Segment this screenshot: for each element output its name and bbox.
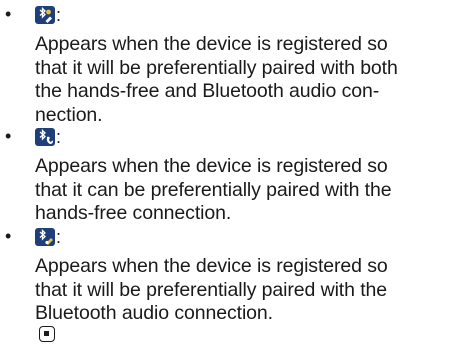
description-line: Appears when the device is registered so xyxy=(35,255,388,277)
colon: : xyxy=(56,227,62,247)
description-line: Appears when the device is registered so xyxy=(35,33,388,55)
description-line: hands-free connection. xyxy=(35,202,232,224)
description-line: that it can be preferentially paired wit… xyxy=(35,178,392,201)
icon-row: : xyxy=(35,127,61,147)
description-line: the hands-free and Bluetooth audio con- xyxy=(35,80,380,102)
colon: : xyxy=(56,5,62,25)
end-of-section-icon xyxy=(39,325,55,342)
description: Appears when the device is registered so… xyxy=(35,255,455,342)
bluetooth-handsfree-icon xyxy=(35,128,55,146)
bullet: • xyxy=(5,126,12,146)
bluetooth-handsfree-audio-icon xyxy=(35,6,55,24)
icon-row: : xyxy=(35,227,61,247)
bluetooth-audio-icon xyxy=(35,228,55,246)
description-line: that it will be preferentially paired wi… xyxy=(35,56,398,79)
description-line: Appears when the device is registered so xyxy=(35,155,388,177)
description-line-last: Bluetooth audio connection. xyxy=(35,302,455,342)
description-line: nection. xyxy=(35,103,103,126)
description-line-text: Bluetooth audio connection. xyxy=(35,302,273,324)
description: Appears when the device is registered so… xyxy=(35,155,455,226)
bullet: • xyxy=(5,226,12,246)
colon: : xyxy=(56,127,62,147)
description-line: that it will be preferentially paired wi… xyxy=(35,278,387,301)
icon-row: : xyxy=(35,5,61,25)
bullet: • xyxy=(5,4,12,24)
description: Appears when the device is registered so… xyxy=(35,33,455,127)
